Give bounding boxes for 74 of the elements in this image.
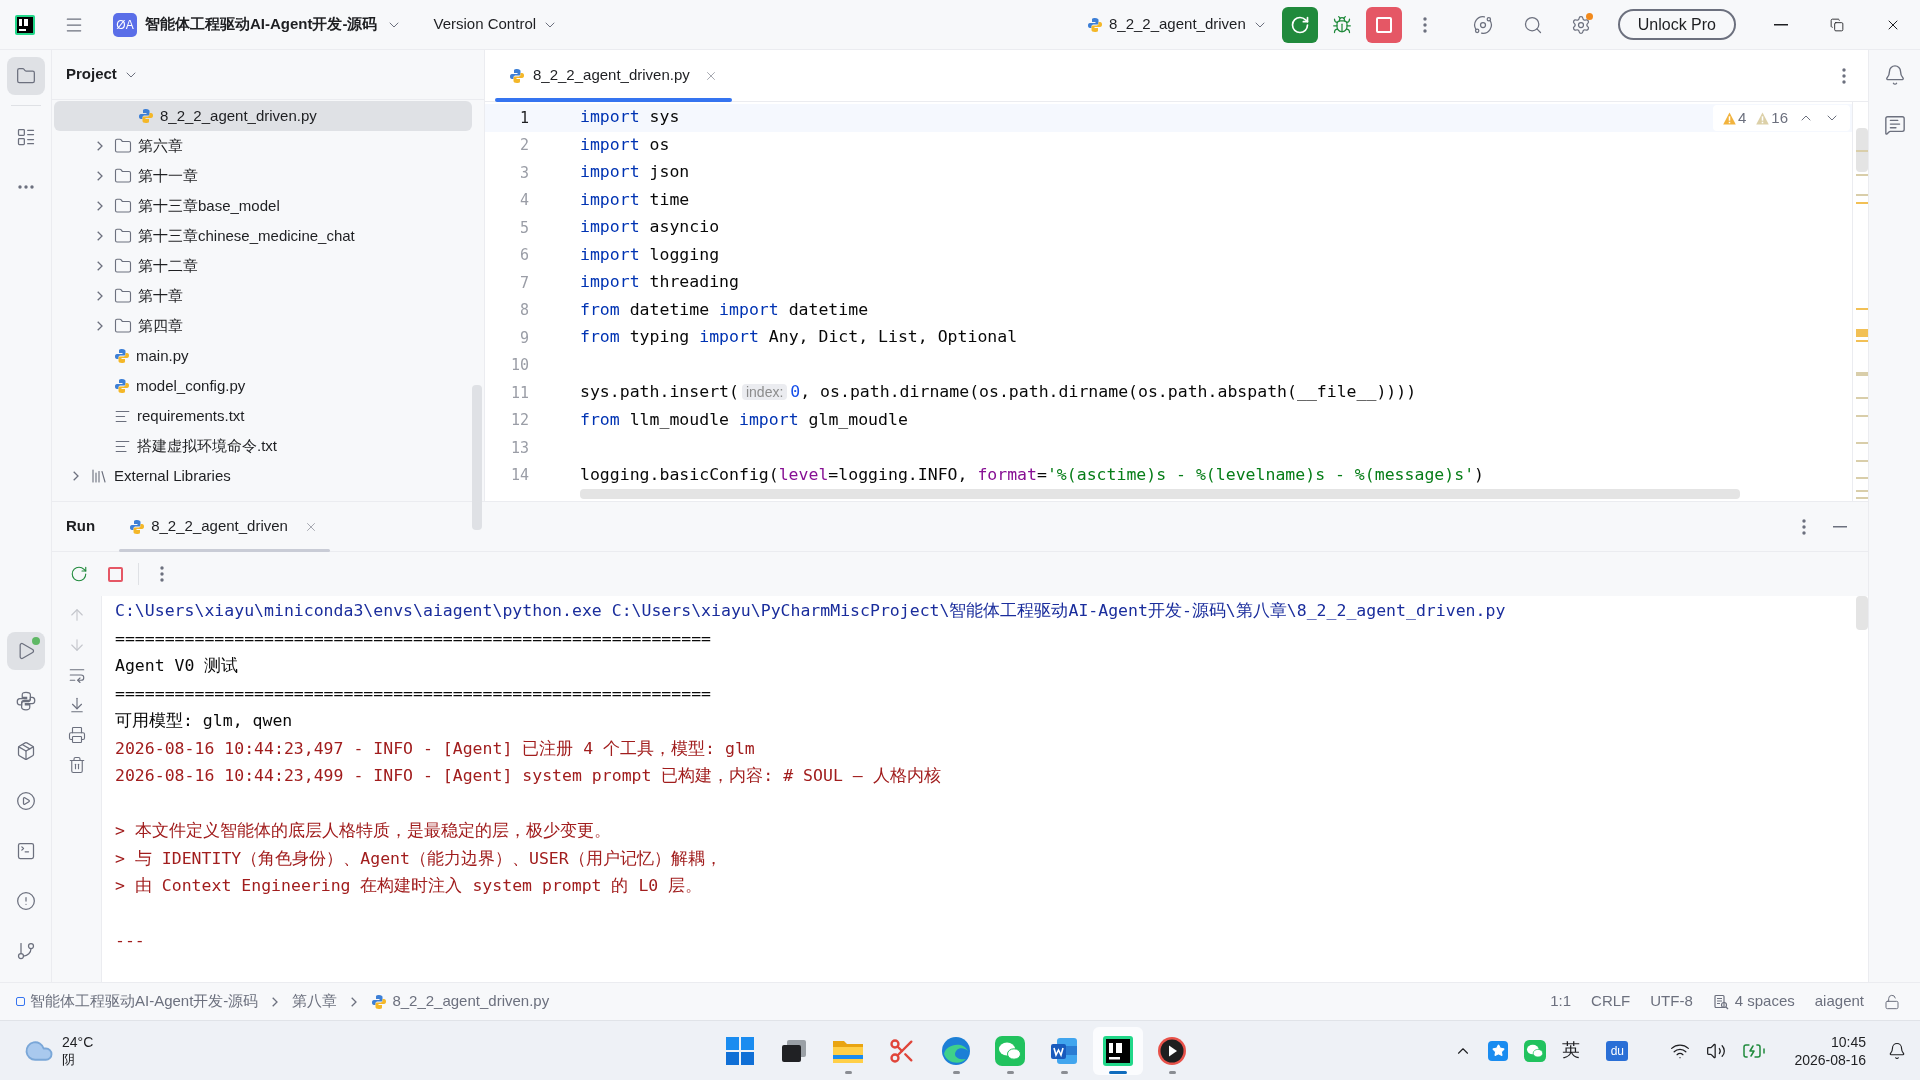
clock[interactable]: 10:45 2026-08-16 xyxy=(1794,1032,1866,1069)
tree-item[interactable]: 第十三章base_model xyxy=(54,191,472,221)
console-line: --- xyxy=(115,930,145,953)
line-number: 12 xyxy=(509,410,529,431)
code-line: import os xyxy=(580,133,670,156)
unlock-pro-button[interactable]: Unlock Pro xyxy=(1617,9,1736,40)
warning-count: 16 xyxy=(1771,107,1788,128)
status-item[interactable]: 4 spaces xyxy=(1712,990,1795,1013)
status-item[interactable]: 1:1 xyxy=(1550,990,1572,1013)
console-line: > 由 Context Engineering 在构建时注入 system prompt 的 L0 层。 xyxy=(115,875,703,898)
code-line: import asyncio xyxy=(580,216,720,239)
weather-condition: 阴 xyxy=(62,1050,76,1069)
tree-item[interactable]: main.py xyxy=(54,341,472,371)
tree-item[interactable]: 8_2_2_agent_driven.py xyxy=(54,101,472,131)
panel-title: Run xyxy=(66,516,96,537)
code-line: import json xyxy=(580,161,690,184)
line-number: 2 xyxy=(518,135,529,156)
project-badge: ØA xyxy=(113,12,137,37)
console-line: > 本文件定义智能体的底层人格特质，是最稳定的层，极少变更。 xyxy=(115,820,611,843)
temperature: 24°C xyxy=(62,1032,94,1051)
console-line: ============================================================ xyxy=(115,627,712,650)
console-line: 2026-08-16 10:44:23,499 - INFO - [Agent] system prompt 已构建，内容: # SOUL — 人格内核 xyxy=(115,765,941,788)
run-configuration[interactable]: 8_2_2_agent_driven xyxy=(1086,13,1268,36)
run-tab[interactable]: 8_2_2_agent_driven xyxy=(129,502,330,551)
console-line: Agent V0 测试 xyxy=(115,655,239,678)
tree-item[interactable]: 搭建虚拟环境命令.txt xyxy=(54,431,472,461)
status-item[interactable]: aiagent xyxy=(1814,990,1864,1013)
console-line: 可用模型: glm, qwen xyxy=(115,710,293,733)
warning-count: 4 xyxy=(1737,107,1747,128)
breadcrumb[interactable]: 8_2_2_agent_driven.py xyxy=(371,990,550,1013)
code-line: import logging xyxy=(580,243,720,266)
breadcrumb[interactable]: 智能体工程驱动AI-Agent开发-源码 xyxy=(16,990,259,1013)
code-line: import sys xyxy=(580,106,680,129)
tree-item[interactable]: 第四章 xyxy=(54,311,472,341)
line-number: 4 xyxy=(518,190,529,211)
line-number: 5 xyxy=(518,217,529,239)
panel-title: Project xyxy=(66,64,117,85)
breadcrumb[interactable]: 第八章 xyxy=(292,990,338,1013)
editor-tab[interactable]: 8_2_2_agent_driven.py xyxy=(495,50,732,101)
console-line: ============================================================ xyxy=(115,682,712,705)
line-number: 3 xyxy=(518,162,529,184)
code-line: import time xyxy=(580,188,690,211)
tree-item[interactable]: model_config.py xyxy=(54,371,472,401)
line-number: 6 xyxy=(518,245,529,266)
code-line: import threading xyxy=(580,271,739,294)
status-item[interactable]: CRLF xyxy=(1591,990,1631,1013)
line-number: 13 xyxy=(509,437,529,459)
code-line: sys.path.insert( index: 0, os.path.dirname(os.path.dirname(os.path.abspath(__file__)))) xyxy=(580,381,1417,404)
tree-item[interactable]: 第十三章chinese_medicine_chat xyxy=(54,221,472,251)
line-number: 11 xyxy=(509,382,529,404)
tree-item[interactable]: requirements.txt xyxy=(54,401,472,431)
input-method[interactable]: 英 xyxy=(1562,1037,1581,1064)
line-number: 9 xyxy=(518,327,529,349)
version-control-menu[interactable]: Version Control xyxy=(433,13,559,36)
code-line: from datetime import datetime xyxy=(580,298,869,321)
line-number: 10 xyxy=(509,355,529,376)
tree-item[interactable]: 第六章 xyxy=(54,131,472,161)
tree-item[interactable]: 第十二章 xyxy=(54,251,472,281)
status-item[interactable]: UTF-8 xyxy=(1650,990,1693,1013)
code-line: logging.basicConfig(level=logging.INFO, format='%(asctime)s - %(levelname)s - %(message)s') xyxy=(580,463,1484,486)
tree-item[interactable]: External Libraries xyxy=(54,461,472,491)
tree-item[interactable]: 第十一章 xyxy=(54,161,472,191)
code-line: from typing import Any, Dict, List, Optional xyxy=(580,326,1018,349)
console-line: > 与 IDENTITY（角色身份）、Agent（能力边界）、USER（用户记忆）解耦， xyxy=(115,847,722,870)
console-line: C:\Users\xiayu\miniconda3\envs\aiagent\python.exe C:\Users\xiayu\PyCharmMiscProject\智能体工程驱动AI-Agent开发-源码\第八章\8_2_2_agent_driven.py xyxy=(115,600,1506,623)
console-line: 2026-08-16 10:44:23,497 - INFO - [Agent] 已注册 4 个工具，模型: glm xyxy=(115,737,755,760)
line-number: 7 xyxy=(518,272,529,294)
code-line: from llm_moudle import glm_moudle xyxy=(580,408,908,431)
line-number: 8 xyxy=(518,300,529,321)
project-switcher[interactable]: ØA 智能体工程驱动AI-Agent开发-源码 xyxy=(109,8,406,41)
line-number: 14 xyxy=(509,465,529,486)
line-number: 1 xyxy=(518,107,529,129)
tree-item[interactable]: 第十章 xyxy=(54,281,472,311)
tray-app[interactable]: du xyxy=(1606,1040,1629,1061)
